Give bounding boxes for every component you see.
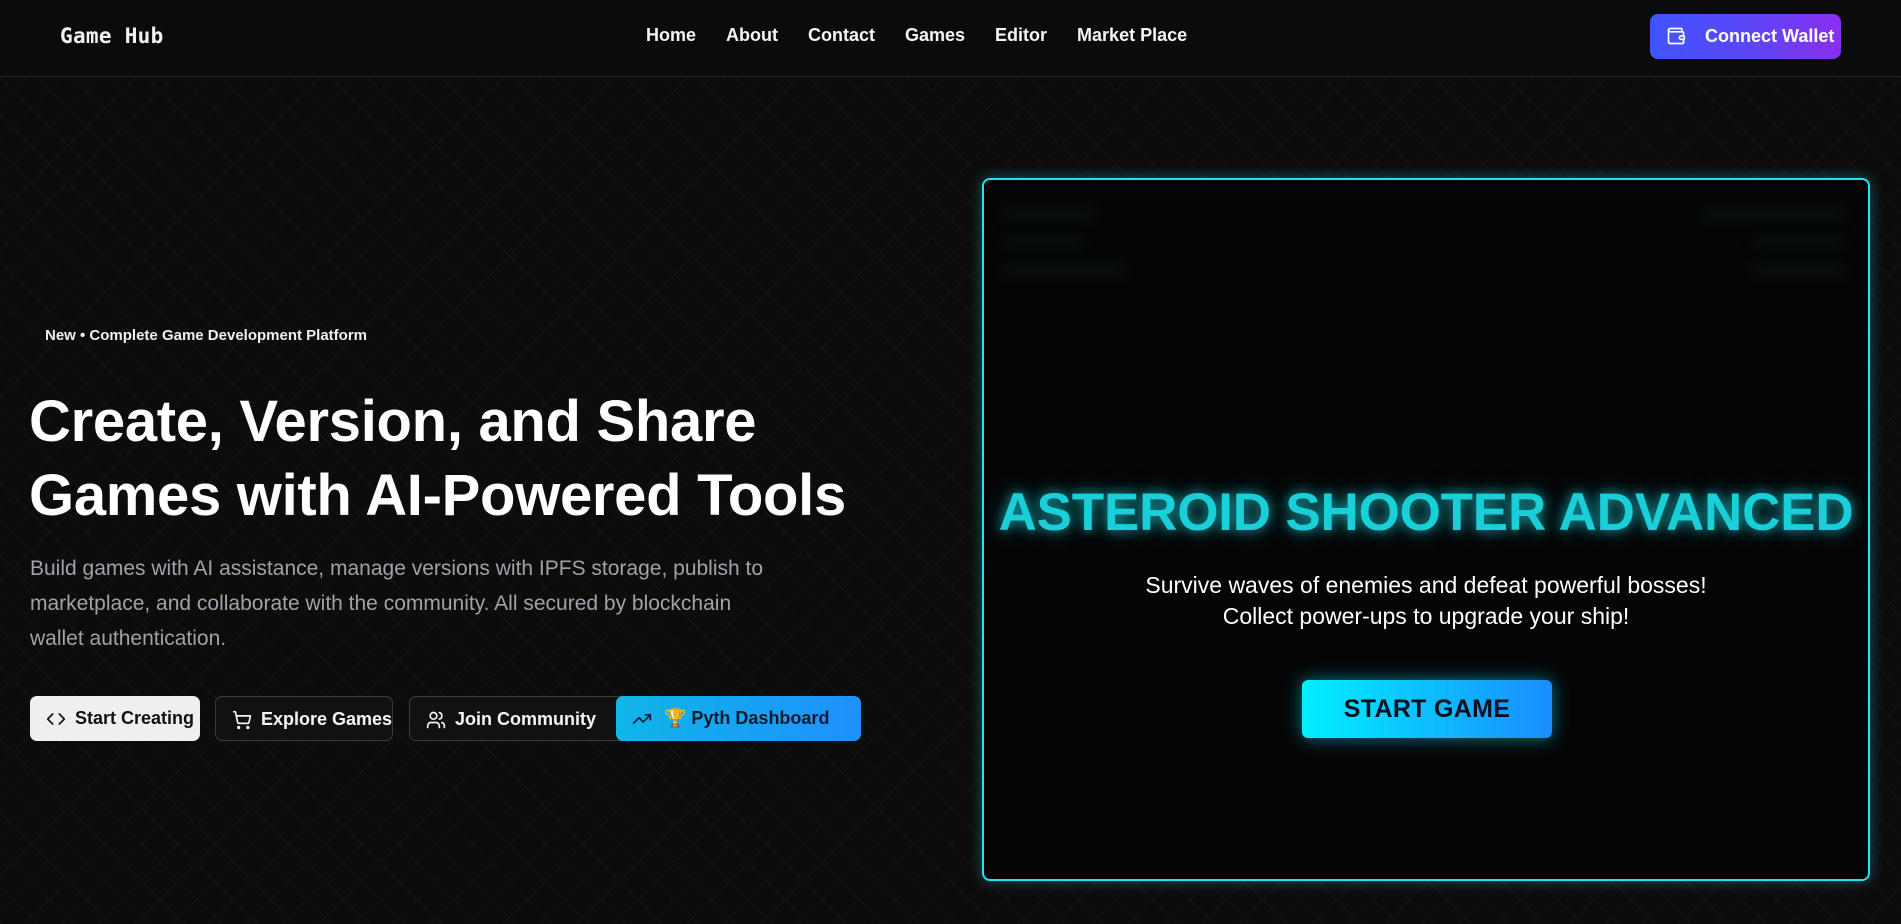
blurred-hud-highscore (1704, 208, 1844, 220)
game-title: ASTEROID SHOOTER ADVANCED (998, 483, 1854, 542)
pyth-dashboard-label: 🏆 Pyth Dashboard (664, 708, 830, 728)
start-game-button[interactable]: START GAME (1302, 680, 1552, 738)
blurred-hud-wave (1754, 264, 1844, 276)
nav-home[interactable]: Home (646, 25, 696, 46)
trending-up-icon (632, 714, 652, 724)
connect-wallet-label: Connect Wallet (1705, 26, 1835, 46)
site-logo[interactable]: Game Hub (60, 24, 164, 48)
announcement-badge: New • Complete Game Development Platform (45, 327, 367, 344)
main-nav: Home About Contact Games Editor Market P… (646, 25, 1187, 46)
blurred-hud-level (1004, 264, 1124, 276)
explore-games-button[interactable]: Explore Games (215, 696, 393, 741)
blurred-hud-weapon (1754, 236, 1844, 248)
start-game-label: START GAME (1343, 694, 1511, 723)
nav-editor[interactable]: Editor (995, 25, 1047, 46)
blurred-hud-lives (1004, 236, 1084, 248)
start-creating-button[interactable]: Start Creating (30, 696, 200, 741)
hero-description: Build games with AI assistance, manage v… (30, 557, 764, 650)
blurred-hud-score (1004, 208, 1094, 220)
explore-games-label: Explore Games (261, 709, 393, 729)
wallet-icon (1667, 27, 1686, 45)
shopping-cart-icon (232, 710, 252, 730)
connect-wallet-button[interactable]: Connect Wallet (1650, 14, 1841, 59)
game-subtitle-line-2: Collect power-ups to upgrade your ship! (1222, 603, 1630, 629)
hero-title: Create, Version, and Share Games with AI… (29, 385, 929, 533)
join-community-label: Join Community (455, 709, 597, 729)
join-community-button[interactable]: Join Community (409, 696, 631, 741)
nav-market-place[interactable]: Market Place (1077, 25, 1187, 46)
hero-title-line-2: Games with AI-Powered Tools (29, 463, 846, 528)
top-navbar: Game Hub Home About Contact Games Editor… (0, 0, 1901, 77)
code-icon (46, 713, 66, 725)
nav-about[interactable]: About (726, 25, 778, 46)
game-subtitle-line-1: Survive waves of enemies and defeat powe… (1145, 572, 1707, 598)
nav-contact[interactable]: Contact (808, 25, 875, 46)
game-preview-panel[interactable]: ASTEROID SHOOTER ADVANCED Survive waves … (982, 178, 1870, 881)
hero-title-line-1: Create, Version, and Share (29, 389, 757, 454)
pyth-dashboard-button[interactable]: 🏆 Pyth Dashboard (616, 696, 861, 741)
nav-games[interactable]: Games (905, 25, 965, 46)
start-creating-label: Start Creating (75, 708, 195, 728)
users-icon (426, 711, 446, 729)
